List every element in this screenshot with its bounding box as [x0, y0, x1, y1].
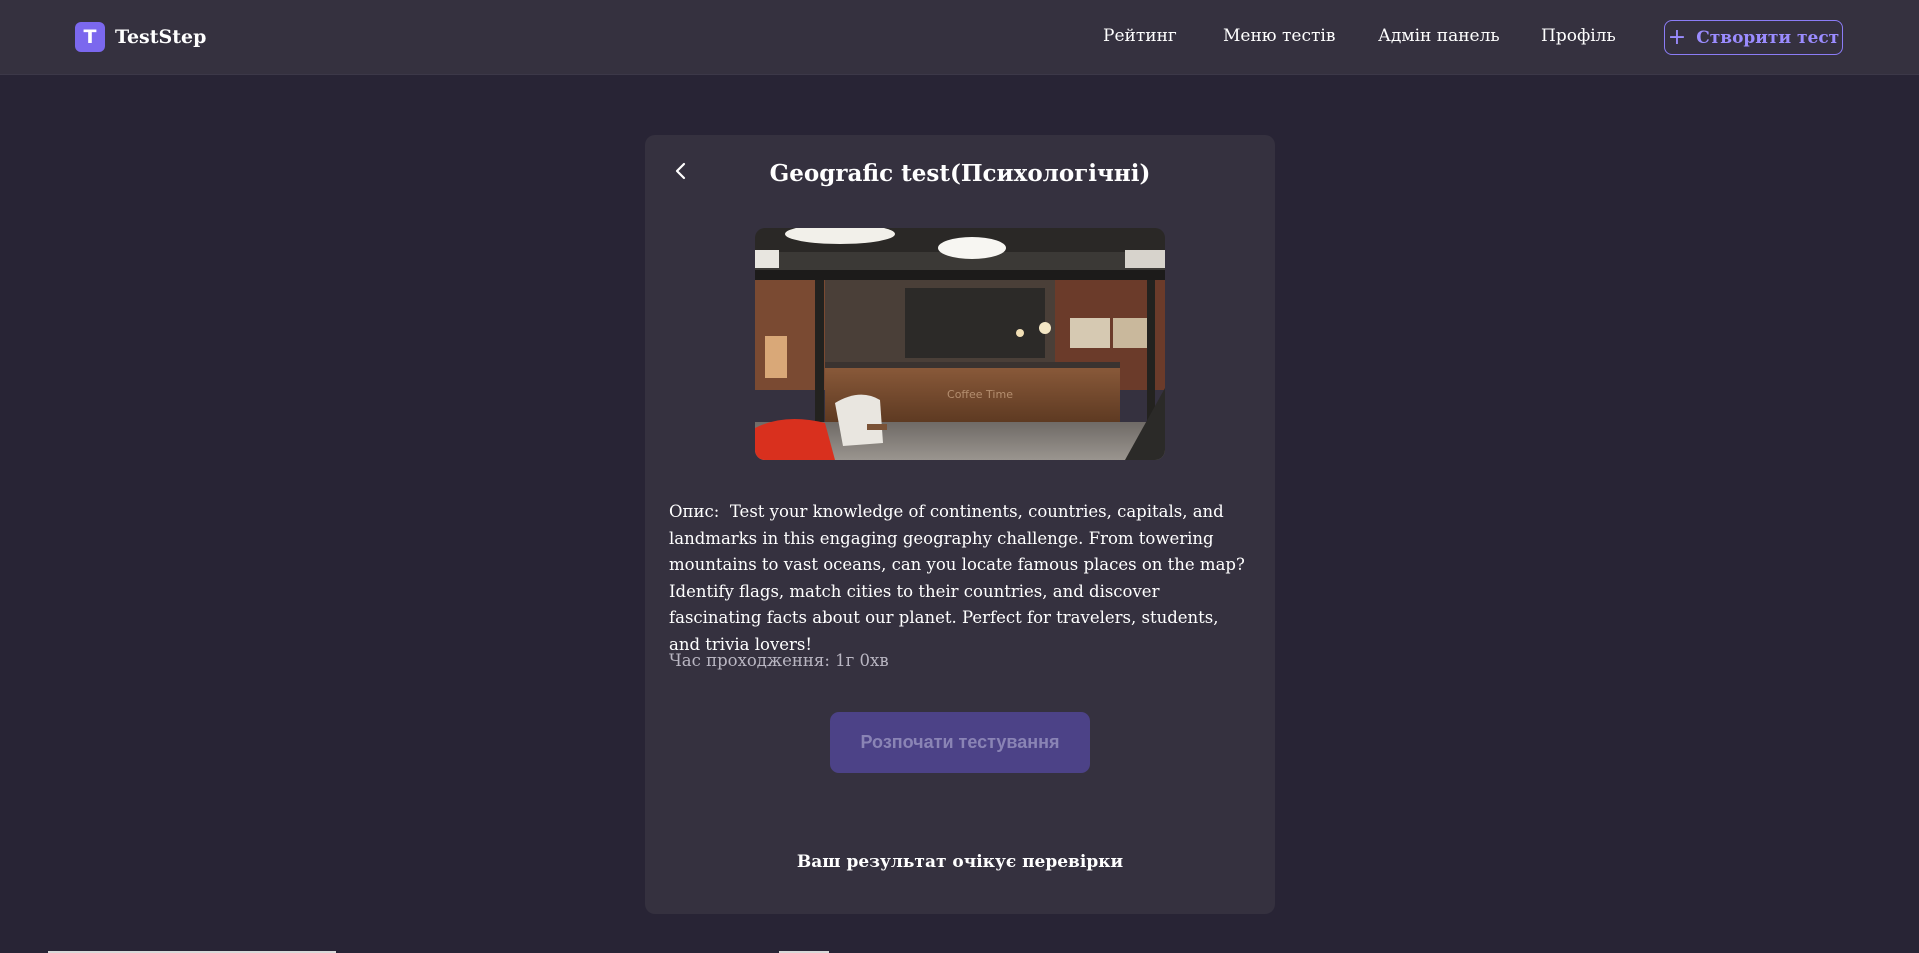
- result-pending-note: Ваш результат очікує перевірки: [796, 852, 1124, 872]
- duration-value: 1г 0хв: [835, 651, 889, 670]
- nav-link-admin-panel[interactable]: Адмін панель: [1378, 26, 1500, 46]
- nav-link-rating[interactable]: Рейтинг: [1103, 26, 1177, 46]
- nav-link-tests-menu[interactable]: Меню тестів: [1223, 26, 1335, 46]
- test-title: Geografic test(Психологічні): [769, 160, 1151, 187]
- test-card: Geografic test(Психологічні) Coffee Time…: [645, 135, 1275, 914]
- cover-sign-text: Coffee Time: [947, 388, 1013, 401]
- test-description: Опис: Test your knowledge of continents,…: [669, 499, 1254, 658]
- create-test-label: Створити тест: [1696, 27, 1840, 48]
- plus-icon: +: [1667, 24, 1687, 50]
- brand-name: TestStep: [115, 26, 207, 48]
- nav-link-profile[interactable]: Профіль: [1541, 26, 1616, 46]
- start-test-button[interactable]: Розпочати тестування: [830, 712, 1090, 773]
- brand-logo: T: [75, 22, 105, 52]
- test-cover-image: Coffee Time: [755, 228, 1165, 460]
- duration-label: Час проходження:: [669, 651, 830, 670]
- top-navbar: T TestStep Рейтинг Меню тестів Адмін пан…: [0, 0, 1919, 75]
- test-duration: Час проходження: 1г 0хв: [669, 651, 889, 670]
- description-label: Опис:: [669, 502, 720, 521]
- create-test-button[interactable]: + Створити тест: [1664, 20, 1843, 55]
- description-text: Test your knowledge of continents, count…: [669, 502, 1245, 654]
- brand[interactable]: T TestStep: [75, 22, 206, 52]
